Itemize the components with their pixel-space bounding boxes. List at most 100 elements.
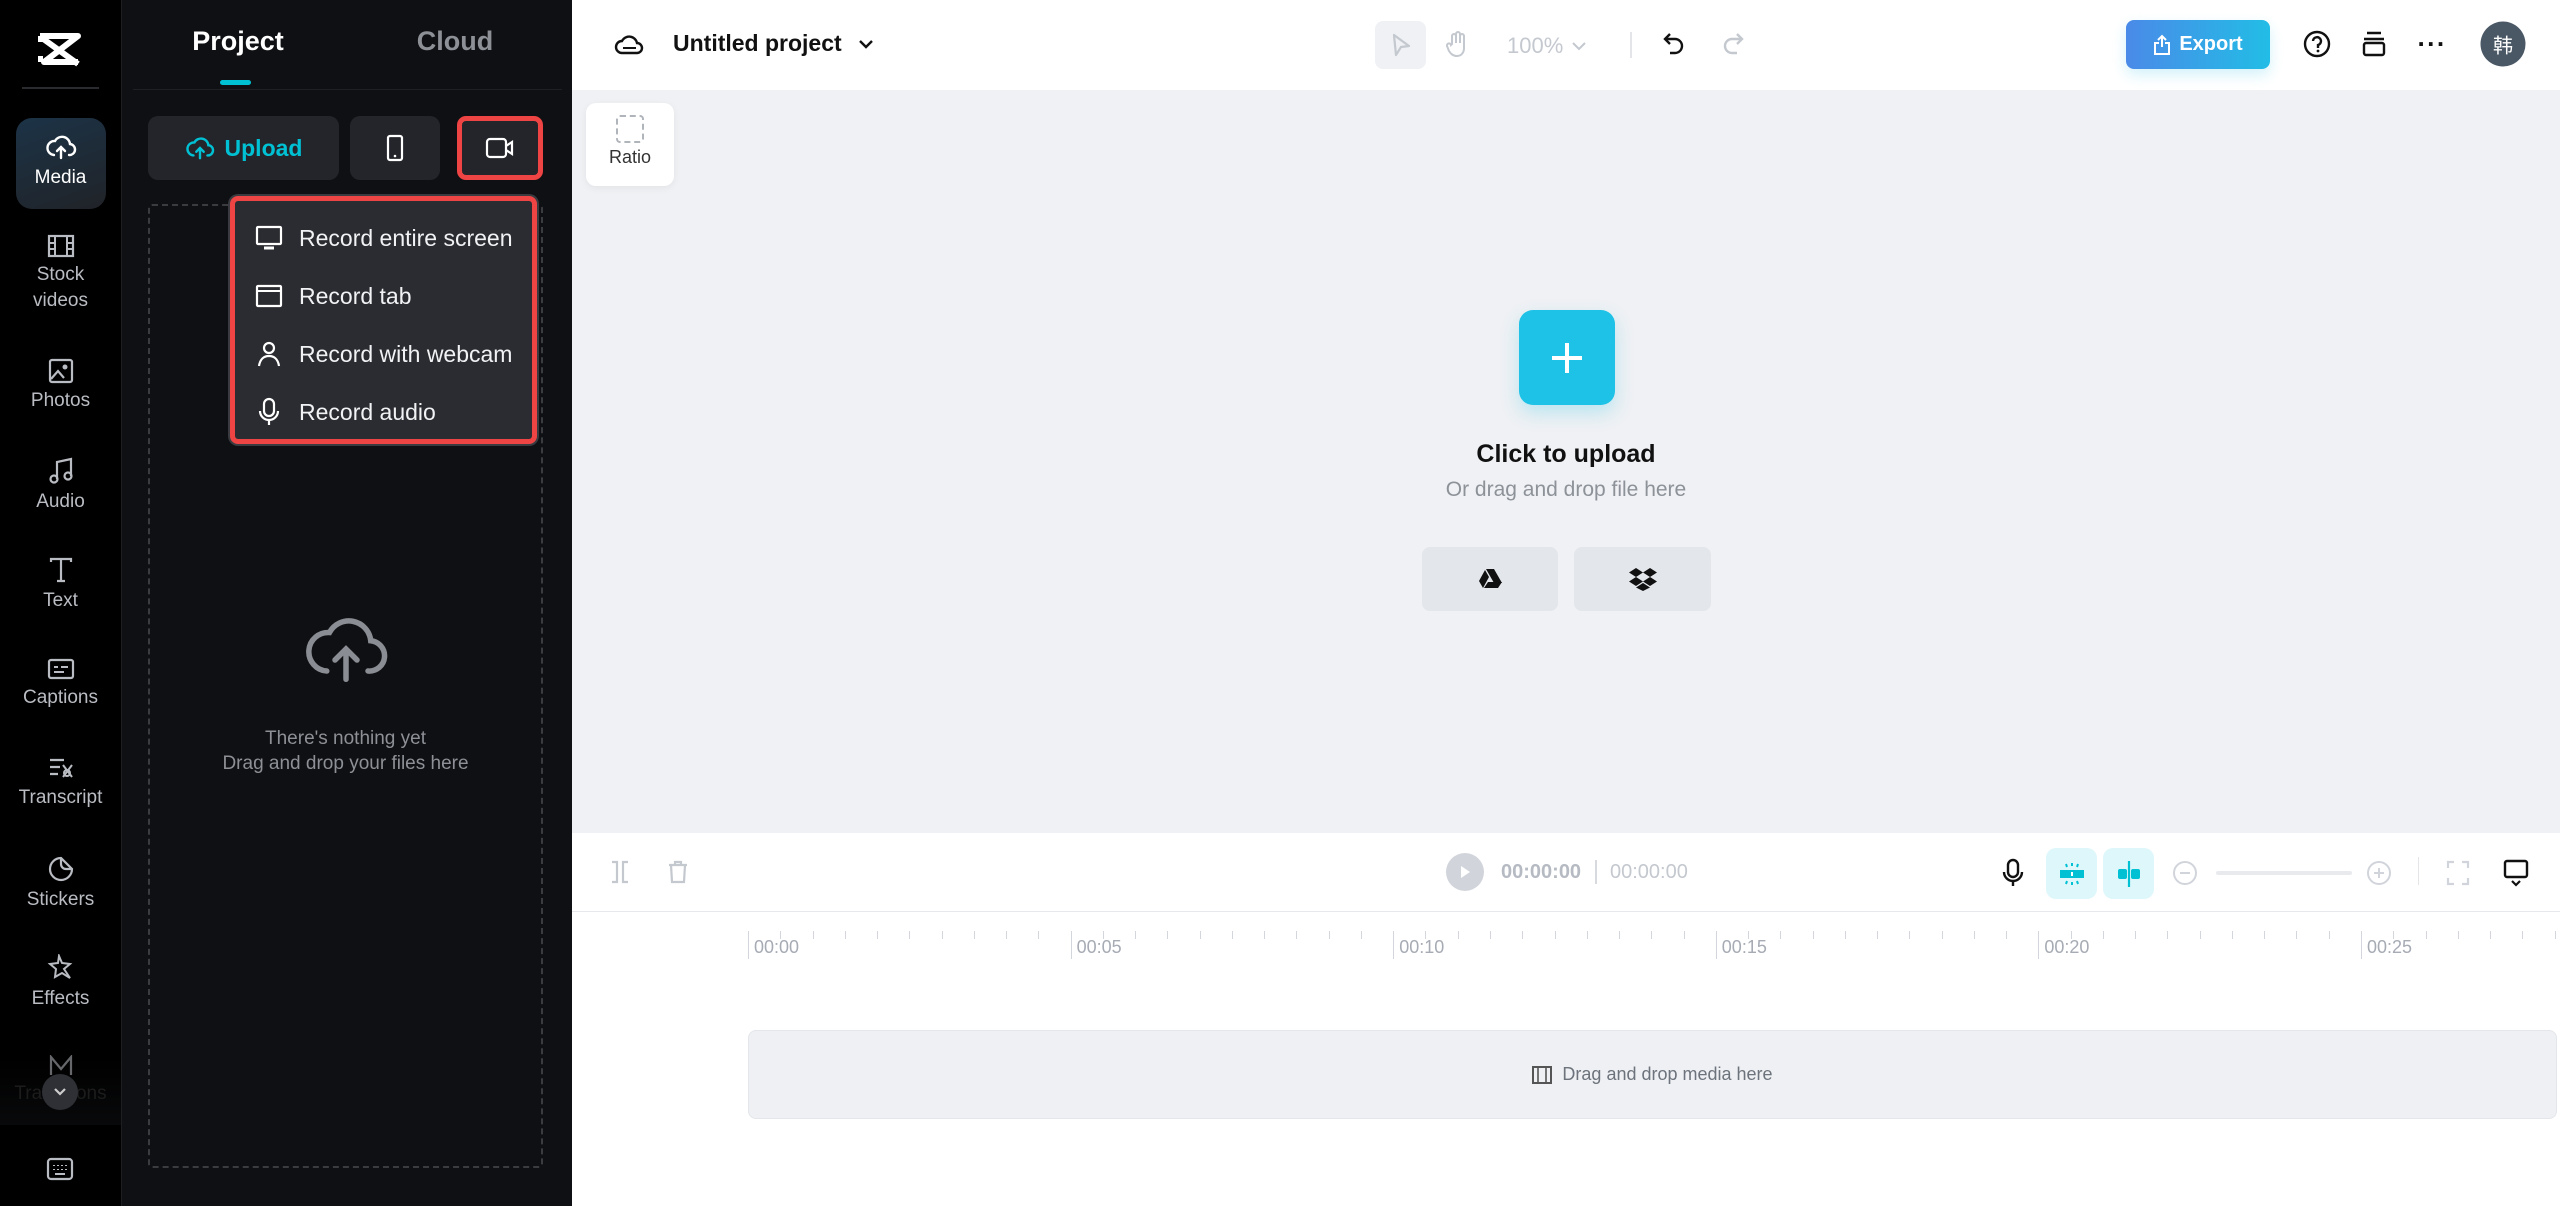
menu-item-record-webcam[interactable]: Record with webcam — [255, 334, 512, 374]
sidebar-item-photos[interactable]: Photos — [0, 358, 121, 414]
google-drive-icon — [1479, 569, 1502, 588]
time-ruler[interactable]: 00:00 00:05 00:10 00:15 00:20 00:25 — [572, 911, 2560, 971]
sidebar-label: Captions — [23, 687, 98, 708]
ruler-minor-tick — [1877, 931, 1879, 939]
menu-item-record-entire-screen[interactable]: Record entire screen — [255, 218, 513, 258]
add-media-button[interactable] — [1519, 310, 1615, 405]
ruler-minor-tick — [2006, 931, 2008, 939]
linkage-button[interactable] — [2103, 848, 2154, 899]
sidebar-item-media[interactable]: Media — [0, 133, 121, 191]
menu-item-record-audio[interactable]: Record audio — [255, 392, 436, 432]
redo-button[interactable] — [1721, 31, 1745, 57]
sidebar-item-stickers[interactable]: Stickers — [0, 855, 121, 913]
ruler-major-tick — [1393, 931, 1395, 959]
ruler-minor-tick — [1683, 931, 1685, 939]
main-track-dropzone[interactable]: Drag and drop media here — [748, 1030, 2557, 1119]
split-button[interactable] — [609, 859, 631, 885]
ruler-major-tick — [2038, 931, 2040, 959]
microphone-icon — [258, 397, 280, 425]
zoom-out-button[interactable] — [2171, 859, 2199, 887]
zoom-in-button[interactable] — [2365, 859, 2393, 887]
avatar[interactable]: 韩 — [2480, 21, 2526, 67]
track-hint: Drag and drop media here — [1562, 1064, 1773, 1084]
captions-icon — [47, 658, 74, 680]
dropbox-button[interactable] — [1574, 547, 1711, 611]
ruler-label: 00:15 — [1721, 937, 1767, 957]
upload-label: Upload — [224, 134, 303, 161]
sticker-icon — [48, 856, 73, 882]
google-drive-button[interactable] — [1422, 547, 1558, 611]
divider — [1595, 860, 1597, 884]
keyboard-shortcuts-button[interactable] — [46, 1157, 74, 1181]
project-name[interactable]: Untitled project — [673, 30, 842, 57]
monitor-dropdown-icon — [2503, 859, 2529, 887]
zoom-slider[interactable] — [2216, 871, 2352, 875]
ruler-minor-tick — [1264, 931, 1266, 939]
microphone-icon — [2002, 858, 2024, 886]
minus-circle-icon — [2173, 861, 2197, 885]
help-button[interactable] — [2302, 29, 2332, 59]
hand-tool-button[interactable] — [1446, 30, 1470, 58]
ruler-minor-tick — [1199, 931, 1201, 939]
media-panel: Project Cloud Upload There's nothing yet… — [121, 0, 572, 1206]
expand-more-button[interactable] — [42, 1074, 78, 1110]
ruler-minor-tick — [2167, 931, 2169, 939]
capcut-logo — [38, 32, 82, 68]
ruler-minor-tick — [2554, 931, 2556, 939]
undo-button[interactable] — [1662, 31, 1686, 57]
ruler-minor-tick — [1135, 931, 1137, 939]
ruler-minor-tick — [1006, 931, 1008, 939]
hand-icon — [1446, 31, 1465, 58]
select-tool-button[interactable] — [1375, 21, 1426, 69]
tab-project[interactable]: Project — [192, 26, 284, 57]
display-settings-button[interactable] — [2503, 859, 2529, 887]
phone-upload-button[interactable] — [350, 116, 440, 180]
ruler-minor-tick — [812, 931, 814, 939]
auto-snap-button[interactable] — [2046, 848, 2097, 899]
chevron-down-icon[interactable] — [858, 39, 874, 49]
upload-title[interactable]: Click to upload — [572, 440, 2560, 469]
ruler-minor-tick — [2199, 931, 2201, 939]
layers-button[interactable] — [2361, 30, 2387, 58]
sidebar-item-effects[interactable]: Effects — [0, 954, 121, 1012]
empty-title: There's nothing yet — [265, 728, 426, 749]
ruler-minor-tick — [877, 931, 879, 939]
menu-item-label: Record audio — [299, 398, 436, 425]
export-button[interactable]: Export — [2126, 20, 2270, 69]
divider — [22, 87, 99, 89]
music-note-icon — [48, 457, 73, 484]
divider — [2418, 857, 2419, 885]
sidebar-item-text[interactable]: Text — [0, 556, 121, 614]
ruler-minor-tick — [2328, 931, 2330, 939]
sidebar-label: Photos — [30, 390, 91, 411]
help-icon — [2303, 30, 2331, 58]
delete-button[interactable] — [667, 859, 689, 885]
upload-button[interactable]: Upload — [148, 116, 339, 180]
ruler-minor-tick — [844, 931, 846, 939]
monitor-icon — [255, 225, 283, 250]
record-voiceover-button[interactable] — [2002, 858, 2024, 888]
sidebar-item-stock-videos[interactable]: Stock videos — [0, 234, 121, 314]
ruler-label: 00:20 — [2044, 937, 2090, 957]
zoom-select[interactable]: 100% — [1507, 33, 1587, 59]
fullscreen-button[interactable] — [2446, 860, 2470, 886]
layers-icon — [2362, 31, 2386, 57]
sidebar-item-audio[interactable]: Audio — [0, 457, 121, 515]
canvas-area: Ratio Click to upload Or drag and drop f… — [572, 90, 2560, 833]
ruler-minor-tick — [1360, 931, 1362, 939]
sidebar-item-captions[interactable]: Captions — [0, 657, 121, 711]
ratio-button[interactable]: Ratio — [586, 103, 674, 186]
play-button[interactable] — [1446, 853, 1484, 891]
sidebar-item-transcript[interactable]: Transcript — [0, 755, 121, 811]
tab-cloud[interactable]: Cloud — [417, 26, 493, 57]
more-options-icon[interactable]: ··· — [2418, 29, 2447, 60]
divider — [1630, 32, 1632, 58]
chevron-down-icon — [54, 1088, 66, 1096]
ruler-major-tick — [1715, 931, 1717, 959]
film-icon — [47, 234, 74, 258]
ruler-minor-tick — [2522, 931, 2524, 939]
record-button[interactable] — [457, 116, 543, 180]
ruler-minor-tick — [1812, 931, 1814, 939]
sidebar-label: Transcript — [18, 787, 103, 808]
menu-item-record-tab[interactable]: Record tab — [255, 276, 412, 316]
